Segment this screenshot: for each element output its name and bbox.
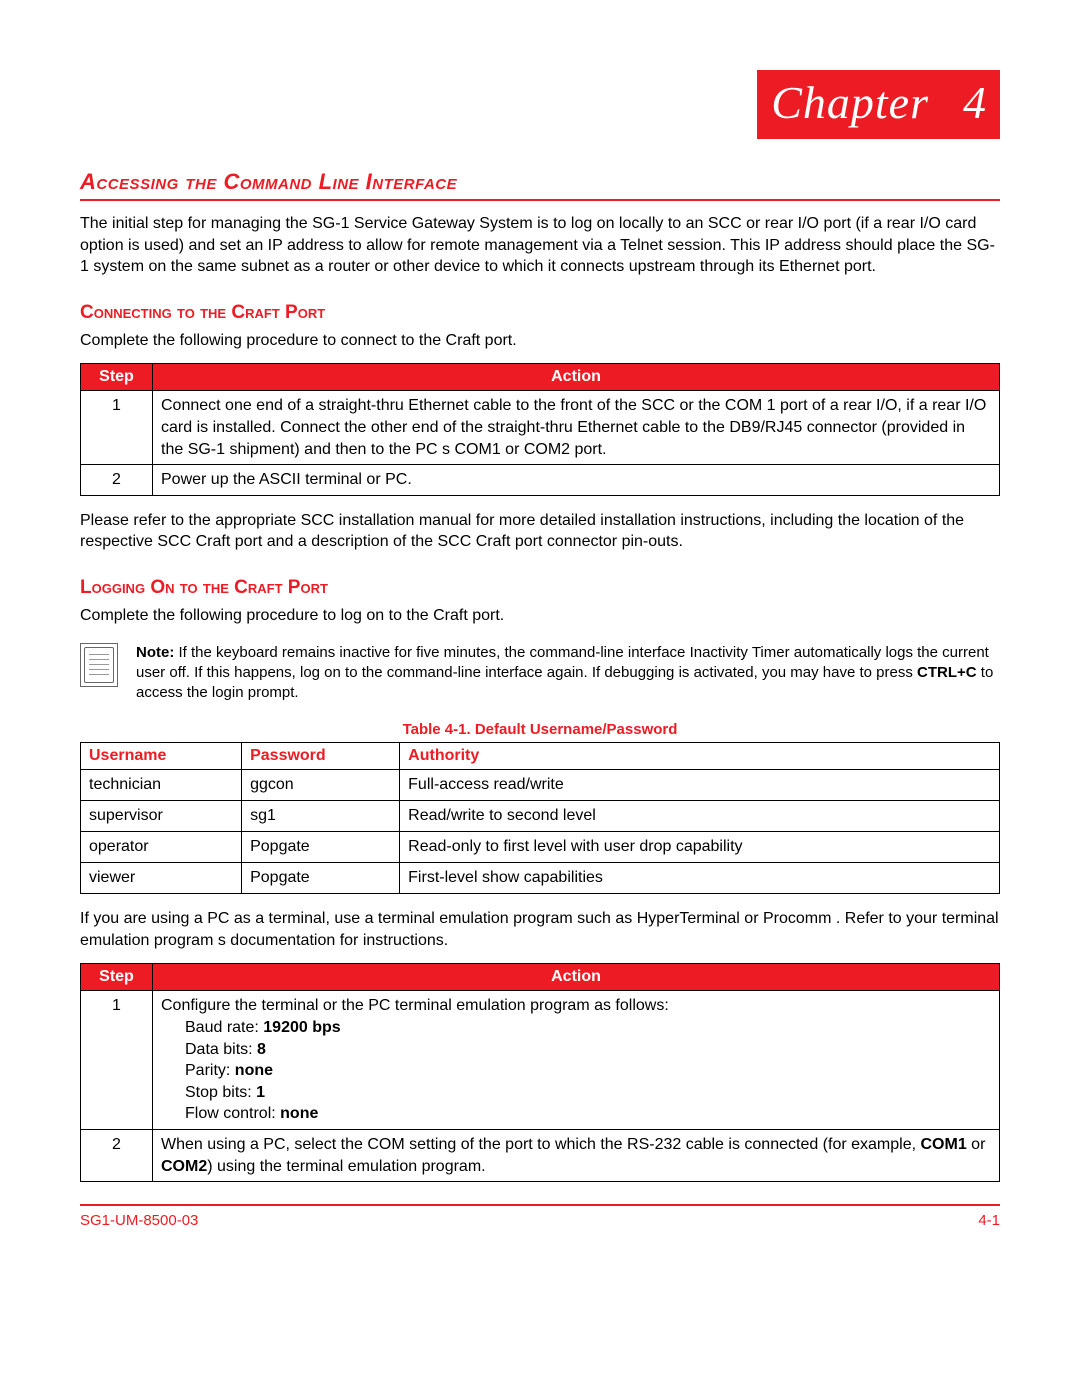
step-action: Connect one end of a straight-thru Ether… bbox=[153, 391, 1000, 465]
r2-t1: When using a PC, select the COM setting … bbox=[161, 1136, 921, 1153]
step-number: 2 bbox=[81, 465, 153, 496]
table-row: 2 When using a PC, select the COM settin… bbox=[81, 1130, 1000, 1182]
stop-label: Stop bits: bbox=[185, 1084, 256, 1101]
logon-steps-table: Step Action 1 Configure the terminal or … bbox=[80, 963, 1000, 1182]
r2-b1: COM1 bbox=[921, 1136, 967, 1153]
col-password: Password bbox=[242, 743, 400, 770]
col-action: Action bbox=[153, 964, 1000, 991]
cell-username: supervisor bbox=[81, 801, 242, 832]
note-bold: CTRL+C bbox=[917, 664, 977, 681]
step-number: 1 bbox=[81, 391, 153, 465]
cell-password: sg1 bbox=[242, 801, 400, 832]
table-header-row: Username Password Authority bbox=[81, 743, 1000, 770]
data-label: Data bits: bbox=[185, 1041, 257, 1058]
cell-password: ggcon bbox=[242, 770, 400, 801]
note-block: Note: If the keyboard remains inactive f… bbox=[80, 643, 1000, 704]
step-action: Configure the terminal or the PC termina… bbox=[153, 991, 1000, 1130]
r2-t2: or bbox=[967, 1136, 986, 1153]
step-action: Power up the ASCII terminal or PC. bbox=[153, 465, 1000, 496]
baud-value: 19200 bps bbox=[263, 1019, 340, 1036]
section2-lead: Complete the following procedure to log … bbox=[80, 605, 1000, 627]
notepad-icon bbox=[80, 643, 118, 687]
data-value: 8 bbox=[257, 1041, 266, 1058]
table-row: operator Popgate Read-only to first leve… bbox=[81, 832, 1000, 863]
col-authority: Authority bbox=[400, 743, 1000, 770]
note-t1: If the keyboard remains inactive for fiv… bbox=[136, 644, 989, 681]
col-action: Action bbox=[153, 364, 1000, 391]
table-row: viewer Popgate First-level show capabili… bbox=[81, 863, 1000, 894]
r2-b2: COM2 bbox=[161, 1158, 207, 1175]
footer-page-number: 4-1 bbox=[978, 1212, 1000, 1229]
col-step: Step bbox=[81, 964, 153, 991]
page-title: Accessing the Command Line Interface bbox=[80, 169, 1000, 201]
step-number: 2 bbox=[81, 1130, 153, 1182]
credentials-table: Username Password Authority technician g… bbox=[80, 742, 1000, 894]
table-header-row: Step Action bbox=[81, 964, 1000, 991]
cell-authority: First-level show capabilities bbox=[400, 863, 1000, 894]
section-heading-logging: Logging On to the Craft Port bbox=[80, 577, 1000, 599]
section1-lead: Complete the following procedure to conn… bbox=[80, 330, 1000, 352]
baud-label: Baud rate: bbox=[185, 1019, 263, 1036]
table-row: technician ggcon Full-access read/write bbox=[81, 770, 1000, 801]
cfg-line: Configure the terminal or the PC termina… bbox=[161, 997, 669, 1014]
cell-username: operator bbox=[81, 832, 242, 863]
table-header-row: Step Action bbox=[81, 364, 1000, 391]
col-username: Username bbox=[81, 743, 242, 770]
table-row: supervisor sg1 Read/write to second leve… bbox=[81, 801, 1000, 832]
parity-label: Parity: bbox=[185, 1062, 235, 1079]
page-footer: SG1-UM-8500-03 4-1 bbox=[80, 1204, 1000, 1229]
note-text: Note: If the keyboard remains inactive f… bbox=[136, 643, 1000, 704]
r2-t3: ) using the terminal emulation program. bbox=[207, 1158, 485, 1175]
cell-password: Popgate bbox=[242, 832, 400, 863]
table-row: 2 Power up the ASCII terminal or PC. bbox=[81, 465, 1000, 496]
step-action: When using a PC, select the COM setting … bbox=[153, 1130, 1000, 1182]
stop-value: 1 bbox=[256, 1084, 265, 1101]
cred-table-caption: Table 4-1. Default Username/Password bbox=[80, 721, 1000, 738]
col-step: Step bbox=[81, 364, 153, 391]
connect-steps-table: Step Action 1 Connect one end of a strai… bbox=[80, 363, 1000, 495]
flow-label: Flow control: bbox=[185, 1105, 280, 1122]
chapter-word: Chapter bbox=[771, 77, 929, 128]
table-row: 1 Connect one end of a straight-thru Eth… bbox=[81, 391, 1000, 465]
intro-paragraph: The initial step for managing the SG-1 S… bbox=[80, 213, 1000, 278]
chapter-banner: Chapter 4 bbox=[757, 70, 1000, 139]
cell-authority: Read/write to second level bbox=[400, 801, 1000, 832]
cell-username: viewer bbox=[81, 863, 242, 894]
footer-doc-id: SG1-UM-8500-03 bbox=[80, 1212, 198, 1229]
section-heading-connecting: Connecting to the Craft Port bbox=[80, 302, 1000, 324]
section2-after-cred: If you are using a PC as a terminal, use… bbox=[80, 908, 1000, 951]
note-label: Note: bbox=[136, 644, 174, 661]
cell-authority: Full-access read/write bbox=[400, 770, 1000, 801]
parity-value: none bbox=[235, 1062, 273, 1079]
cell-authority: Read-only to first level with user drop … bbox=[400, 832, 1000, 863]
flow-value: none bbox=[280, 1105, 318, 1122]
chapter-number: 4 bbox=[963, 77, 986, 128]
cell-password: Popgate bbox=[242, 863, 400, 894]
cell-username: technician bbox=[81, 770, 242, 801]
step-number: 1 bbox=[81, 991, 153, 1130]
section1-after: Please refer to the appropriate SCC inst… bbox=[80, 510, 1000, 553]
table-row: 1 Configure the terminal or the PC termi… bbox=[81, 991, 1000, 1130]
